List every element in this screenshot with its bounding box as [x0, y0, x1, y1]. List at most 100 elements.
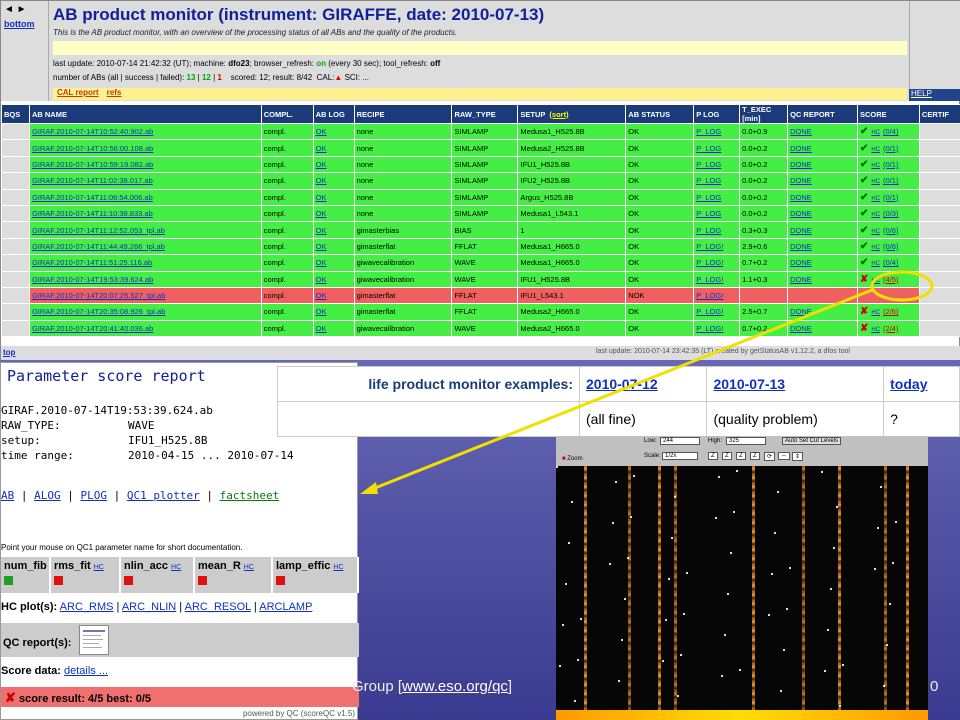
ab-name-link-text[interactable]: GIRAF.2010-07-14T20:41:40.036.ab [32, 324, 153, 333]
ab-name-link-text[interactable]: GIRAF.2010-07-14T10:56:00.108.ab [32, 144, 153, 153]
qc-report-link[interactable]: DONE [787, 319, 858, 338]
qc-report-link-text[interactable]: DONE [790, 160, 812, 169]
qc-report-thumbnail[interactable] [79, 625, 109, 655]
example-link-0713[interactable]: 2010-07-13 [713, 376, 785, 392]
ab-name-link[interactable]: GIRAF.2010-07-14T11:44:49.266_tpl.ab [28, 237, 262, 256]
ab-name-link[interactable]: GIRAF.2010-07-14T11:51:25.116.ab [28, 254, 262, 272]
ab-log-link[interactable]: OK [312, 319, 355, 338]
zoom-checkbox-icon[interactable]: ■ [562, 456, 566, 462]
hc-link[interactable]: HC [871, 179, 880, 185]
ab-name-link-text[interactable]: GIRAF.2010-07-14T10:52:40.902.ab [32, 127, 153, 136]
ab-log-link[interactable]: OK [312, 303, 355, 321]
score-link[interactable]: (2/6) [883, 307, 898, 316]
ab-name-link[interactable]: GIRAF.2010-07-14T11:06:54.006.ab [28, 188, 262, 206]
qc-report-link[interactable]: DONE [787, 188, 858, 206]
p-log-link-text[interactable]: P_LOG [696, 176, 721, 185]
p-log-link-text[interactable]: P_LOG [696, 226, 721, 235]
sort-link[interactable]: (sort) [549, 110, 568, 119]
cal-report-link[interactable]: CAL report [57, 88, 99, 97]
score-link[interactable]: (2/4) [883, 324, 898, 333]
zoom-btn-icon[interactable]: Z [708, 452, 718, 460]
psr-factsheet-link[interactable]: factsheet [220, 489, 280, 502]
ab-name-link-text[interactable]: GIRAF.2010-07-14T11:06:54.006.ab [32, 193, 153, 202]
ab-name-link-text[interactable]: GIRAF.2010-07-14T11:10:38.833.ab [32, 209, 153, 218]
p-log-link[interactable]: P_LOG [693, 221, 741, 239]
hc-link[interactable]: HC [871, 212, 880, 218]
p-log-link[interactable]: P_LOG! [693, 303, 741, 321]
ab-log-link[interactable]: OK [312, 254, 355, 272]
p-log-link-text[interactable]: P_LOG [696, 193, 721, 202]
ab-log-link-text[interactable]: OK [316, 291, 327, 300]
ab-name-link-text[interactable]: GIRAF.2010-07-14T11:51:25.116.ab [32, 258, 152, 267]
p-log-link-text[interactable]: P_LOG! [696, 258, 723, 267]
p-log-link-text[interactable]: P_LOG! [696, 242, 723, 251]
qc-report-link-text[interactable]: DONE [790, 226, 812, 235]
zoom-btn-icon[interactable]: Z [750, 452, 760, 460]
qc-report-link[interactable]: DONE [787, 254, 858, 272]
p-log-link[interactable]: P_LOG! [693, 319, 741, 338]
score-link[interactable]: (0/6) [883, 242, 898, 251]
footer-link[interactable]: www.eso.org/qc [402, 678, 508, 695]
example-link-today[interactable]: today [890, 376, 927, 392]
ab-log-link[interactable]: OK [312, 172, 355, 190]
qc-report-link[interactable]: DONE [787, 155, 858, 174]
qc-report-link-text[interactable]: DONE [790, 242, 812, 251]
qc1-param-name[interactable]: num_fib [4, 560, 47, 572]
ab-log-link[interactable]: OK [312, 139, 355, 157]
qc-report-link-text[interactable]: DONE [790, 176, 812, 185]
ab-name-link[interactable]: GIRAF.2010-07-14T10:56:00.108.ab [28, 139, 262, 157]
ab-name-link-text[interactable]: GIRAF.2010-07-14T10:59:19.082.ab [32, 160, 153, 169]
qc1-param[interactable]: mean_R HC [195, 557, 273, 593]
ab-log-link-text[interactable]: OK [316, 307, 327, 316]
score-link[interactable]: (0/1) [883, 160, 898, 169]
ab-name-link[interactable]: GIRAF.2010-07-14T11:10:38.833.ab [28, 204, 262, 223]
qc1-param-name[interactable]: rms_fit [54, 560, 91, 572]
score-link[interactable]: (4/5) [883, 275, 898, 284]
p-log-link[interactable]: P_LOG [693, 188, 741, 206]
ab-name-link-text[interactable]: GIRAF.2010-07-14T20:07:25.527_tpl.ab [32, 291, 165, 300]
col-header[interactable]: SETUP (sort) [517, 104, 627, 124]
zoom-btn-icon[interactable]: Z [736, 452, 746, 460]
refs-link[interactable]: refs [107, 88, 122, 97]
ab-name-link-text[interactable]: GIRAF.2010-07-14T11:44:49.266_tpl.ab [32, 242, 165, 251]
bottom-link[interactable]: bottom [4, 19, 45, 29]
ab-name-link[interactable]: GIRAF.2010-07-14T11:12:52.053_tpl.ab [28, 221, 262, 239]
ab-name-link[interactable]: GIRAF.2010-07-14T20:41:40.036.ab [28, 319, 262, 338]
qc-report-link-text[interactable]: DONE [790, 324, 812, 333]
score-link[interactable]: (0/1) [883, 193, 898, 202]
qc-report-link[interactable]: DONE [787, 172, 858, 190]
ab-log-link-text[interactable]: OK [316, 324, 327, 333]
ab-name-link[interactable]: GIRAF.2010-07-14T20:35:08.926_tpl.ab [28, 303, 262, 321]
p-log-link-text[interactable]: P_LOG! [696, 291, 723, 300]
qc-report-link[interactable]: DONE [787, 204, 858, 223]
nav-arrows-icon[interactable]: ◄ ► [4, 4, 27, 15]
qc1-param-hc-link[interactable]: HC [94, 564, 104, 571]
p-log-link-text[interactable]: P_LOG [696, 127, 721, 136]
p-log-link[interactable]: P_LOG [693, 139, 741, 157]
hc-plot-link[interactable]: ARC_RMS [60, 601, 114, 613]
ab-name-link-text[interactable]: GIRAF.2010-07-14T20:35:08.926_tpl.ab [32, 307, 165, 316]
qc-report-link[interactable]: DONE [787, 237, 858, 256]
hc-link[interactable]: HC [871, 196, 880, 202]
p-log-link[interactable]: P_LOG! [693, 270, 741, 288]
p-log-link[interactable]: P_LOG! [693, 237, 741, 256]
psr-alog-link[interactable]: ALOG [34, 489, 61, 502]
qc-report-link[interactable]: DONE [787, 139, 858, 157]
qc1-param[interactable]: nlin_acc HC [121, 557, 195, 593]
qc-report-link-text[interactable]: DONE [790, 209, 812, 218]
qc1-param-hc-link[interactable]: HC [171, 564, 181, 571]
ab-log-link[interactable]: OK [312, 221, 355, 239]
qc-report-link-text[interactable]: DONE [790, 307, 812, 316]
psr-ab-link[interactable]: AB [1, 489, 14, 502]
hc-link[interactable]: HC [871, 245, 880, 251]
auto-set-button[interactable]: Auto Set Cut Levels [782, 437, 842, 445]
p-log-link[interactable]: P_LOG [693, 204, 741, 223]
p-log-link-text[interactable]: P_LOG! [696, 275, 723, 284]
hc-link[interactable]: HC [871, 261, 880, 267]
ab-name-link-text[interactable]: GIRAF.2010-07-14T11:02:38.017.ab [32, 176, 153, 185]
qc-report-link-text[interactable]: DONE [790, 193, 812, 202]
qc-report-link[interactable]: DONE [787, 270, 858, 288]
scale-select[interactable]: 1/2x [662, 452, 698, 460]
rotate-btn-icon[interactable]: ⟳ [764, 452, 776, 461]
top-link[interactable]: top [3, 348, 15, 357]
